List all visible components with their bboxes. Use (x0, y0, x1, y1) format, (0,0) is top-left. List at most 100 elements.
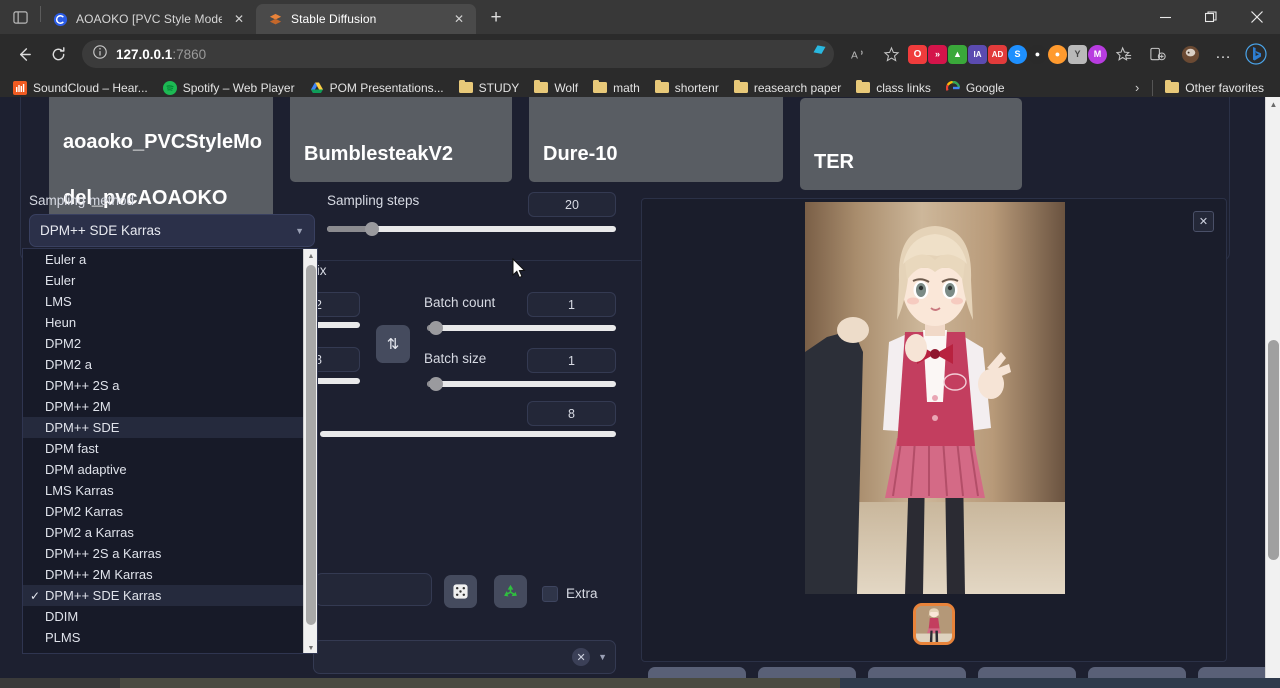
model-card-1[interactable]: BumblesteakV2 (290, 97, 512, 182)
model-card-2[interactable]: Dure-10 (529, 97, 783, 182)
dropdown-option-8[interactable]: DPM++ SDE (23, 417, 317, 438)
page-scrollbar-thumb[interactable] (1268, 340, 1279, 560)
seed-input[interactable] (315, 573, 432, 606)
batch-size-label: Batch size (424, 351, 486, 366)
dropdown-option-10[interactable]: DPM adaptive (23, 459, 317, 480)
model-card-name-line1: aoaoko_PVCStyleMo (63, 131, 262, 153)
globe-extension-icon[interactable]: ● (1048, 45, 1067, 64)
random-seed-dice-icon[interactable] (444, 575, 477, 608)
reload-button[interactable] (42, 38, 74, 70)
option-label: DPM++ SDE Karras (45, 588, 161, 603)
shazam-icon[interactable]: S (1008, 45, 1027, 64)
fast-forward-extension-icon[interactable]: » (928, 45, 947, 64)
adblock-icon[interactable]: AD (988, 45, 1007, 64)
sampling-steps-value[interactable]: 20 (528, 192, 616, 217)
scroll-down-arrow-icon[interactable]: ▼ (304, 641, 318, 654)
tab-search-button[interactable] (0, 0, 40, 34)
dropdown-option-6[interactable]: DPM++ 2S a (23, 375, 317, 396)
magic-extension-icon[interactable]: M (1088, 45, 1107, 64)
dropdown-option-2[interactable]: LMS (23, 291, 317, 312)
bookmark-shortenr[interactable]: shortenr (648, 77, 725, 99)
more-options-icon[interactable]: … (1207, 38, 1239, 70)
split-screen-icon[interactable] (1141, 38, 1173, 70)
option-label: DPM2 Karras (45, 504, 123, 519)
dropdown-option-5[interactable]: DPM2 a (23, 354, 317, 375)
bookmark-class-links[interactable]: class links (849, 77, 937, 99)
bookmark-math[interactable]: math (586, 77, 646, 99)
opera-extension-icon[interactable]: O (908, 45, 927, 64)
bookmark-google[interactable]: Google (939, 77, 1011, 99)
chevron-down-icon[interactable]: ▼ (598, 652, 607, 662)
dropdown-option-13[interactable]: DPM2 a Karras (23, 522, 317, 543)
browser-tab-1[interactable]: Stable Diffusion ✕ (256, 4, 476, 34)
favorites-list-icon[interactable] (1108, 38, 1140, 70)
taskbar-strip (0, 678, 1280, 688)
batch-size-slider[interactable] (427, 381, 616, 387)
site-info-icon[interactable] (92, 44, 108, 65)
bookmark-pom-presentations[interactable]: POM Presentations... (303, 77, 450, 99)
dropdown-option-16[interactable]: ✓ DPM++ SDE Karras (23, 585, 317, 606)
sampling-method-select[interactable]: DPM++ SDE Karras ▼ (29, 214, 315, 247)
browser-tab-0[interactable]: AOAOKO [PVC Style Model] - PV ✕ (41, 4, 256, 34)
dropdown-scrollbar-thumb[interactable] (306, 265, 316, 625)
dropdown-option-12[interactable]: DPM2 Karras (23, 501, 317, 522)
dropdown-option-14[interactable]: DPM++ 2S a Karras (23, 543, 317, 564)
dropdown-option-4[interactable]: DPM2 (23, 333, 317, 354)
batch-count-value[interactable]: 1 (527, 292, 616, 317)
page-scrollbar[interactable]: ▲ ▼ (1265, 97, 1280, 688)
recycle-seed-icon[interactable] (494, 575, 527, 608)
maximize-button[interactable] (1188, 0, 1234, 34)
dropdown-option-17[interactable]: DDIM (23, 606, 317, 627)
image-thumbnail-selected[interactable] (913, 603, 955, 645)
dropdown-option-0[interactable]: Euler a (23, 249, 317, 270)
minimize-button[interactable] (1142, 0, 1188, 34)
tab-close-button-1[interactable]: ✕ (450, 10, 468, 28)
bookmark-study[interactable]: STUDY (452, 77, 526, 99)
bookmark-reasearch-paper[interactable]: reasearch paper (727, 77, 847, 99)
bookmark-other-favorites[interactable]: Other favorites (1158, 77, 1274, 99)
yandex-icon[interactable]: Y (1068, 45, 1087, 64)
scroll-up-arrow-icon[interactable]: ▲ (304, 249, 318, 263)
new-tab-button[interactable]: + (482, 4, 510, 32)
cfg-scale-slider[interactable] (320, 431, 616, 437)
sampling-method-dropdown[interactable]: Euler a Euler LMS Heun DPM2 DPM2 a DPM++… (22, 248, 318, 654)
add-favorite-icon[interactable] (875, 38, 907, 70)
bookmark-soundcloud[interactable]: SoundCloud – Hear... (6, 77, 154, 99)
back-button[interactable] (8, 38, 40, 70)
cfg-scale-value[interactable]: 8 (527, 401, 616, 426)
generated-image-art (805, 202, 1065, 594)
dropdown-option-3[interactable]: Heun (23, 312, 317, 333)
read-aloud-icon[interactable]: A (842, 38, 874, 70)
option-label: DPM adaptive (45, 462, 127, 477)
collections-icon[interactable] (811, 43, 828, 65)
address-bar[interactable]: 127.0.0.1:7860 (82, 40, 834, 68)
location-icon[interactable]: ● (1028, 45, 1047, 64)
batch-count-slider[interactable] (427, 325, 616, 331)
dropdown-option-11[interactable]: LMS Karras (23, 480, 317, 501)
swap-dimensions-button[interactable]: ⇅ (376, 325, 410, 363)
extra-checkbox[interactable] (542, 586, 558, 602)
bing-icon[interactable] (1240, 38, 1272, 70)
bookmarks-overflow-chevron-icon[interactable]: › (1127, 77, 1147, 98)
internet-archive-icon[interactable]: IA (968, 45, 987, 64)
clear-icon[interactable]: ✕ (572, 648, 590, 666)
dropdown-option-1[interactable]: Euler (23, 270, 317, 291)
bookmark-spotify[interactable]: Spotify – Web Player (156, 77, 301, 99)
close-button[interactable] (1234, 0, 1280, 34)
dropdown-option-15[interactable]: DPM++ 2M Karras (23, 564, 317, 585)
dropdown-option-18[interactable]: PLMS (23, 627, 317, 648)
model-card-3[interactable]: TER (800, 98, 1022, 190)
sampling-steps-slider[interactable] (327, 226, 616, 232)
dropdown-scrollbar[interactable]: ▲ ▼ (303, 249, 317, 654)
tab-close-button-0[interactable]: ✕ (230, 10, 248, 28)
close-preview-button[interactable]: ✕ (1193, 211, 1214, 232)
generated-image[interactable] (805, 202, 1065, 594)
profile-avatar[interactable] (1174, 38, 1206, 70)
dropdown-option-9[interactable]: DPM fast (23, 438, 317, 459)
styles-select[interactable]: ✕ ▼ (313, 640, 616, 674)
bookmark-wolf[interactable]: Wolf (527, 77, 584, 99)
batch-size-value[interactable]: 1 (527, 348, 616, 373)
trash-extension-icon[interactable]: ▲ (948, 45, 967, 64)
dropdown-option-7[interactable]: DPM++ 2M (23, 396, 317, 417)
scroll-up-arrow-icon[interactable]: ▲ (1266, 97, 1280, 112)
